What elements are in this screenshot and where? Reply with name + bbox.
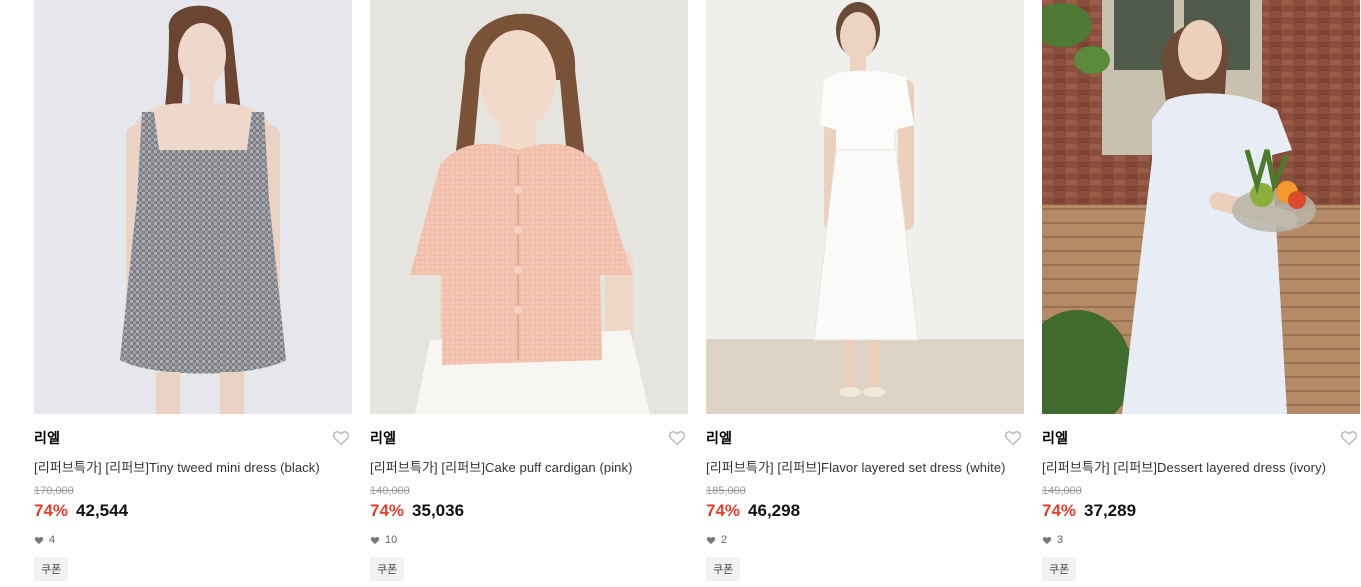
discount-rate: 74% [34,501,69,520]
product-photo-ivory-dress [1042,0,1360,414]
like-count: 10 [370,534,688,546]
product-brand[interactable]: 리엘 [370,428,396,448]
original-price: 140,000 [370,485,410,497]
product-card[interactable]: 리엘 [리퍼브특가] [리퍼브]Tiny tweed mini dress (b… [34,0,352,581]
heart-outline-icon[interactable] [1004,430,1022,446]
coupon-badge: 쿠폰 [1042,557,1077,581]
product-title[interactable]: [리퍼브특가] [리퍼브]Tiny tweed mini dress (blac… [34,457,352,476]
original-price: 170,000 [34,485,74,497]
product-title[interactable]: [리퍼브특가] [리퍼브]Dessert layered dress (ivor… [1042,457,1360,476]
like-count: 3 [1042,534,1360,546]
coupon-badge: 쿠폰 [34,557,69,581]
discount-rate: 74% [370,501,405,520]
heart-filled-icon [370,536,380,544]
price-row: 74% 42,544 [34,501,352,521]
product-brand[interactable]: 리엘 [34,428,60,448]
product-card[interactable]: 리엘 [리퍼브특가] [리퍼브]Flavor layered set dress… [706,0,1024,581]
product-card[interactable]: 리엘 [리퍼브특가] [리퍼브]Dessert layered dress (i… [1042,0,1360,581]
product-title[interactable]: [리퍼브특가] [리퍼브]Flavor layered set dress (w… [706,457,1024,476]
product-image[interactable] [370,0,688,414]
sale-price: 35,036 [412,501,465,520]
like-count-value: 2 [721,534,728,546]
product-grid: 리엘 [리퍼브특가] [리퍼브]Tiny tweed mini dress (b… [34,0,1360,581]
heart-filled-icon [706,536,716,544]
sale-price: 37,289 [1084,501,1137,520]
product-photo-white-dress [706,0,1024,414]
product-brand[interactable]: 리엘 [1042,428,1068,448]
product-image[interactable] [34,0,352,414]
coupon-badge: 쿠폰 [706,557,741,581]
heart-outline-icon[interactable] [1340,430,1358,446]
like-count: 4 [34,534,352,546]
price-row: 74% 35,036 [370,501,688,521]
product-brand[interactable]: 리엘 [706,428,732,448]
product-title[interactable]: [리퍼브특가] [리퍼브]Cake puff cardigan (pink) [370,457,688,476]
sale-price: 46,298 [748,501,801,520]
product-photo-tweed-dress [34,0,352,414]
price-row: 74% 46,298 [706,501,1024,521]
heart-outline-icon[interactable] [668,430,686,446]
product-image[interactable] [1042,0,1360,414]
original-price: 149,000 [1042,485,1082,497]
discount-rate: 74% [706,501,741,520]
like-count: 2 [706,534,1024,546]
product-card[interactable]: 리엘 [리퍼브특가] [리퍼브]Cake puff cardigan (pink… [370,0,688,581]
like-count-value: 3 [1057,534,1064,546]
like-count-value: 4 [49,534,56,546]
product-image[interactable] [706,0,1024,414]
original-price: 185,000 [706,485,746,497]
coupon-badge: 쿠폰 [370,557,405,581]
sale-price: 42,544 [76,501,129,520]
heart-outline-icon[interactable] [332,430,350,446]
discount-rate: 74% [1042,501,1077,520]
heart-filled-icon [34,536,44,544]
like-count-value: 10 [385,534,398,546]
product-photo-pink-cardigan [370,0,688,414]
heart-filled-icon [1042,536,1052,544]
price-row: 74% 37,289 [1042,501,1360,521]
